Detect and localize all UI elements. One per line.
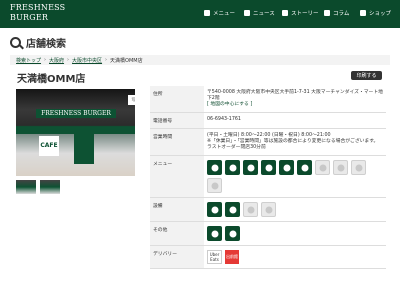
search-icon (10, 37, 21, 48)
no-smoking-icon (225, 202, 240, 217)
glass-icon (351, 160, 366, 175)
photo-badge: 写真 (128, 95, 135, 105)
breadcrumb-item[interactable]: 検索トップ (16, 57, 41, 64)
store-sign: FRESHNESS BURGER (36, 109, 116, 118)
breadcrumb-separator: › (44, 57, 47, 63)
hours-label: 営業時間 (150, 129, 204, 155)
nav-column[interactable]: コラム (324, 9, 349, 17)
phone-label: 電話番号 (150, 113, 204, 128)
nav-news[interactable]: ニュース (244, 9, 275, 17)
page-title: 店舗検索 (26, 39, 66, 50)
equipment-label: 設備 (150, 198, 204, 221)
drink-icon (297, 160, 312, 175)
shop-icon (360, 10, 366, 16)
photo-thumbnail[interactable] (40, 180, 60, 194)
menu-row: メニュー (150, 156, 386, 198)
other-label: その他 (150, 222, 204, 245)
dessert-icon (261, 160, 276, 175)
address-label: 住所 (150, 86, 204, 112)
delivery-label: デリバリー (150, 246, 204, 268)
other-icons (204, 222, 386, 245)
delivery-icons: Uber Eats 出前館 (204, 246, 386, 268)
equipment-row: 設備 (150, 198, 386, 222)
page-header: 店舗検索 (10, 35, 390, 50)
kids-icon (207, 178, 222, 193)
site-header: FRESHNESS BURGER メニュー ニュース ストーリー コラム ショッ… (0, 0, 400, 28)
print-button[interactable]: 印刷する (351, 71, 382, 80)
breadcrumb-separator: › (105, 57, 108, 63)
salad-icon (279, 160, 294, 175)
mobile-icon (225, 226, 240, 241)
news-icon (244, 10, 250, 16)
menu-icons (204, 156, 386, 197)
column-icon (324, 10, 330, 16)
hours-text-3: ラストオーダー閉店30分前 (207, 145, 266, 150)
burger-icon (207, 160, 222, 175)
address-row: 住所 〒540-0008 大阪府大阪市中央区大手前1-7-31 大阪マーチャンダ… (150, 86, 386, 113)
menu-icon (204, 10, 210, 16)
cafe-sign: CAFE (39, 136, 59, 156)
nav-shop[interactable]: ショップ (360, 9, 391, 17)
rice-icon (315, 160, 330, 175)
breadcrumb-item[interactable]: 大阪市中央区 (72, 57, 102, 64)
menu-label: メニュー (150, 156, 204, 197)
hours-row: 営業時間 (平日・土曜日) 8:00～22:00 (日曜・祝日) 8:00～21… (150, 129, 386, 156)
breadcrumb-item[interactable]: 大阪府 (49, 57, 64, 64)
wifi-icon (207, 202, 222, 217)
other-row: その他 (150, 222, 386, 246)
photo-thumbnail[interactable] (16, 180, 36, 194)
soup-icon (243, 160, 258, 175)
phone-row: 電話番号 06-6943-1761 (150, 113, 386, 129)
logo-line-2: BURGER (10, 13, 49, 22)
breadcrumb: 検索トップ › 大阪府 › 大阪市中央区 › 天満橋OMM店 (10, 55, 390, 65)
address-text: 〒540-0008 大阪府大阪市中央区大手前1-7-31 大阪マーチャンダイズ・… (207, 90, 383, 101)
address-value: 〒540-0008 大阪府大阪市中央区大手前1-7-31 大阪マーチャンダイズ・… (204, 86, 386, 112)
demae-can-logo[interactable]: 出前館 (225, 250, 239, 264)
hours-value: (平日・土曜日) 8:00～22:00 (日曜・祝日) 8:00～21:00 ※… (204, 129, 386, 155)
breadcrumb-separator: › (67, 57, 70, 63)
uber-eats-logo[interactable]: Uber Eats (207, 250, 222, 264)
map-center-link[interactable]: [ 地図の中心にする ] (207, 102, 383, 108)
power-icon (243, 202, 258, 217)
menu-board (74, 134, 94, 164)
phone-value[interactable]: 06-6943-1761 (204, 113, 386, 128)
delivery-row: デリバリー Uber Eats 出前館 (150, 246, 386, 269)
store-photo[interactable]: FRESHNESS BURGER CAFE 写真 (16, 89, 135, 176)
nav-story[interactable]: ストーリー (282, 9, 319, 17)
plug-icon (261, 202, 276, 217)
coffee-icon (333, 160, 348, 175)
logo-line-1: FRESHNESS (10, 3, 66, 12)
nav-menu[interactable]: メニュー (204, 9, 235, 17)
store-name: 天満橋OMM店 (17, 74, 86, 85)
logo[interactable]: FRESHNESS BURGER (10, 3, 66, 25)
store-info-table: 住所 〒540-0008 大阪府大阪市中央区大手前1-7-31 大阪マーチャンダ… (150, 86, 386, 300)
story-icon (282, 10, 288, 16)
sandwich-icon (225, 160, 240, 175)
equipment-icons (204, 198, 386, 221)
person-icon (207, 226, 222, 241)
breadcrumb-current: 天満橋OMM店 (110, 57, 143, 64)
